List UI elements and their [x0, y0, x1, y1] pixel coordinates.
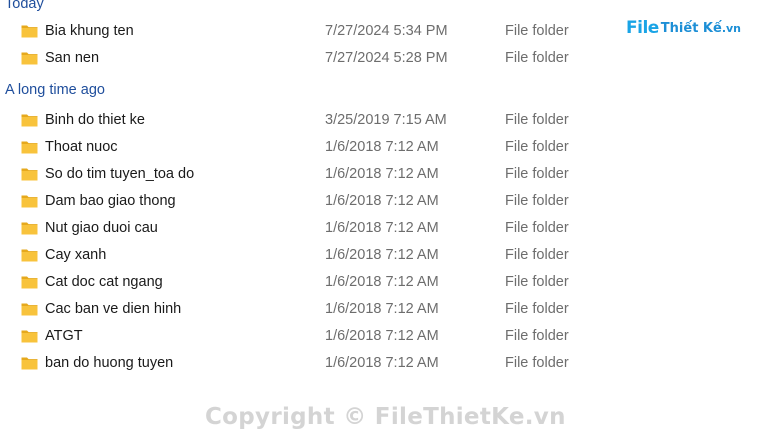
list-item[interactable]: Cac ban ve dien hinh 1/6/2018 7:12 AM Fi…	[0, 298, 600, 322]
logo-file-text: File	[626, 18, 659, 38]
item-name: So do tim tuyen_toa do	[45, 166, 195, 182]
item-date: 1/6/2018 7:12 AM	[325, 166, 439, 182]
item-type: File folder	[505, 23, 569, 39]
item-type: File folder	[505, 247, 569, 263]
item-type: File folder	[505, 139, 569, 155]
item-date: 7/27/2024 5:28 PM	[325, 50, 448, 66]
item-type: File folder	[505, 355, 569, 371]
item-name: San nen	[45, 50, 100, 66]
folder-icon	[21, 276, 38, 289]
filethietke-logo: File Thiết Kế .vn	[626, 16, 741, 40]
item-date: 3/25/2019 7:15 AM	[325, 112, 447, 128]
item-type: File folder	[505, 112, 569, 128]
item-name: Nut giao duoi cau	[45, 220, 158, 236]
item-date: 1/6/2018 7:12 AM	[325, 220, 439, 236]
folder-icon	[21, 168, 38, 181]
item-type: File folder	[505, 301, 569, 317]
item-date: 7/27/2024 5:34 PM	[325, 23, 448, 39]
item-date: 1/6/2018 7:12 AM	[325, 301, 439, 317]
list-item[interactable]: ban do huong tuyen 1/6/2018 7:12 AM File…	[0, 352, 600, 376]
folder-icon	[21, 141, 38, 154]
list-item[interactable]: Thoat nuoc 1/6/2018 7:12 AM File folder	[0, 136, 600, 160]
folder-icon	[21, 303, 38, 316]
item-name: ban do huong tuyen	[45, 355, 174, 371]
folder-icon	[21, 357, 38, 370]
list-item[interactable]: ATGT 1/6/2018 7:12 AM File folder	[0, 325, 600, 349]
item-name: ATGT	[45, 328, 83, 344]
list-item[interactable]: Binh do thiet ke 3/25/2019 7:15 AM File …	[0, 109, 600, 133]
item-name: Cat doc cat ngang	[45, 274, 163, 290]
item-date: 1/6/2018 7:12 AM	[325, 274, 439, 290]
folder-icon	[21, 114, 38, 127]
list-item[interactable]: Bia khung ten 7/27/2024 5:34 PM File fol…	[0, 20, 600, 44]
item-date: 1/6/2018 7:12 AM	[325, 355, 439, 371]
folder-icon	[21, 25, 38, 38]
file-explorer-list: Today Bia khung ten 7/27/2024 5:34 PM Fi…	[0, 0, 762, 443]
logo-tld-text: .vn	[721, 21, 742, 35]
list-item[interactable]: Cay xanh 1/6/2018 7:12 AM File folder	[0, 244, 600, 268]
item-name: Cay xanh	[45, 247, 107, 263]
item-name: Thoat nuoc	[45, 139, 118, 155]
item-date: 1/6/2018 7:12 AM	[325, 328, 439, 344]
item-name: Bia khung ten	[45, 23, 134, 39]
copyright-watermark: Copyright © FileThietKe.vn	[205, 404, 566, 430]
list-item[interactable]: Cat doc cat ngang 1/6/2018 7:12 AM File …	[0, 271, 600, 295]
list-item[interactable]: Nut giao duoi cau 1/6/2018 7:12 AM File …	[0, 217, 600, 241]
item-date: 1/6/2018 7:12 AM	[325, 247, 439, 263]
folder-icon	[21, 249, 38, 262]
list-item[interactable]: San nen 7/27/2024 5:28 PM File folder	[0, 47, 600, 71]
item-date: 1/6/2018 7:12 AM	[325, 139, 439, 155]
item-type: File folder	[505, 220, 569, 236]
folder-icon	[21, 195, 38, 208]
folder-icon	[21, 52, 38, 65]
item-type: File folder	[505, 328, 569, 344]
item-name: Cac ban ve dien hinh	[45, 301, 182, 317]
list-item[interactable]: So do tim tuyen_toa do 1/6/2018 7:12 AM …	[0, 163, 600, 187]
item-name: Dam bao giao thong	[45, 193, 176, 209]
item-type: File folder	[505, 50, 569, 66]
item-name: Binh do thiet ke	[45, 112, 145, 128]
group-header-today[interactable]: Today	[5, 0, 44, 13]
list-item[interactable]: Dam bao giao thong 1/6/2018 7:12 AM File…	[0, 190, 600, 214]
item-type: File folder	[505, 193, 569, 209]
item-date: 1/6/2018 7:12 AM	[325, 193, 439, 209]
item-type: File folder	[505, 166, 569, 182]
logo-name-text: Thiết Kế	[660, 20, 722, 36]
folder-icon	[21, 330, 38, 343]
folder-icon	[21, 222, 38, 235]
group-header-a-long-time-ago[interactable]: A long time ago	[5, 81, 105, 99]
item-type: File folder	[505, 274, 569, 290]
